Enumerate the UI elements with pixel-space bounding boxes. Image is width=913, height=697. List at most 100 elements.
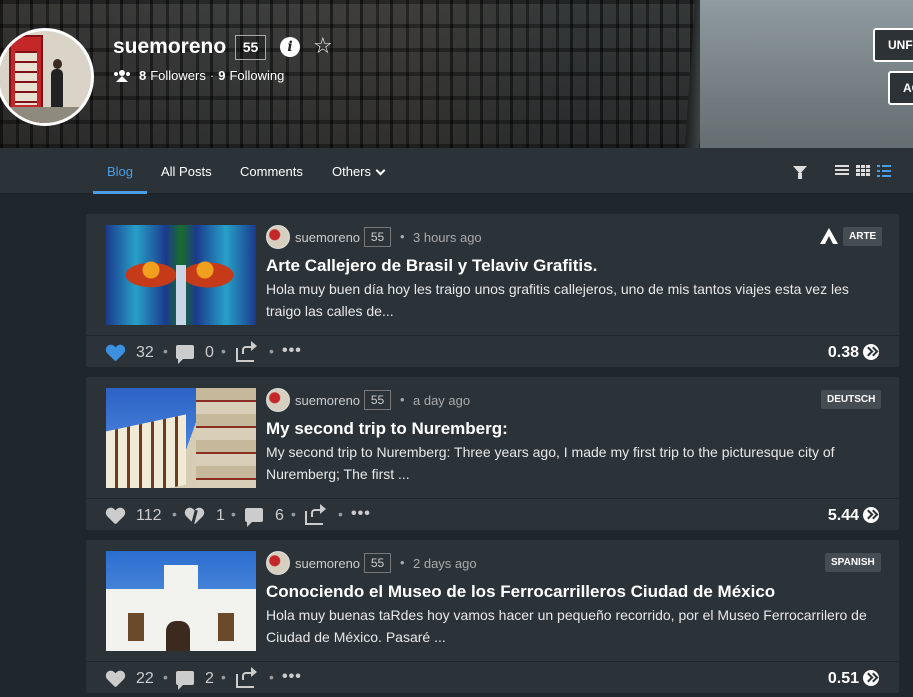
more-options-icon[interactable]: ••• (282, 668, 302, 686)
comment-icon[interactable] (176, 345, 194, 364)
profile-nav-bar: Blog All Posts Comments Others (0, 148, 913, 194)
more-options-icon[interactable]: ••• (351, 505, 371, 523)
author-reputation: 55 (364, 390, 391, 410)
post-payout[interactable]: 0.38 (828, 344, 859, 362)
comment-count[interactable]: 0 (205, 344, 214, 362)
vote-count[interactable]: 112 (136, 507, 162, 525)
separator-dot: • (269, 669, 274, 685)
profile-action-button[interactable]: ACTIONS (888, 71, 913, 105)
list-view-icon[interactable] (835, 165, 849, 177)
reblog-icon[interactable] (305, 504, 326, 525)
comment-count[interactable]: 6 (275, 507, 284, 525)
tab-all-posts[interactable]: All Posts (161, 164, 212, 179)
post-excerpt[interactable]: My second trip to Nuremberg: Three years… (266, 441, 876, 485)
separator-dot: • (400, 392, 405, 407)
separator-dot: • (400, 555, 405, 570)
vote-count[interactable]: 22 (136, 670, 154, 688)
post-tag[interactable]: DEUTSCH (821, 390, 882, 409)
downvote-count[interactable]: 1 (216, 507, 225, 525)
post-time[interactable]: a day ago (413, 393, 470, 408)
separator-dot: • (400, 229, 405, 244)
payout-currency-icon (863, 344, 879, 360)
thumbnail-pediment (164, 565, 198, 591)
profile-username: suemoreno (113, 35, 227, 58)
post-excerpt[interactable]: Hola muy buen día hoy les traigo unos gr… (266, 278, 876, 322)
profile-reputation-badge: 55 (235, 35, 266, 60)
post-footer: 32 • 0 • • ••• 0.38 (86, 335, 899, 367)
post-footer: 112 • 1 • 6 • • ••• 5.44 (86, 498, 899, 530)
upvote-heart-icon[interactable] (106, 508, 125, 525)
payout-currency-icon (863, 670, 879, 686)
star-icon[interactable]: ☆ (313, 35, 333, 57)
separator-dot: · (209, 68, 215, 83)
following-count[interactable]: 9 (218, 68, 225, 83)
comment-icon[interactable] (245, 508, 263, 527)
post-excerpt[interactable]: Hola muy buenas taRdes hoy vamos hacer u… (266, 604, 876, 648)
upvote-heart-icon[interactable] (106, 671, 125, 688)
post-footer: 22 • 2 • • ••• 0.51 (86, 661, 899, 693)
thumbnail-window (128, 613, 144, 641)
post-title[interactable]: Conociendo el Museo de los Ferrocarrille… (266, 582, 775, 602)
author-avatar[interactable] (266, 225, 290, 249)
unfollow-button[interactable]: UNFOLLOW (873, 28, 913, 62)
active-tab-indicator (93, 191, 147, 194)
followers-count[interactable]: 8 (139, 68, 146, 83)
post-payout[interactable]: 0.51 (828, 670, 859, 688)
tab-comments[interactable]: Comments (240, 164, 303, 179)
comment-icon[interactable] (176, 671, 194, 690)
post-tag[interactable]: SPANISH (825, 553, 881, 572)
followers-icon (114, 69, 130, 82)
post-title[interactable]: Arte Callejero de Brasil y Telaviv Grafi… (266, 256, 597, 276)
post-thumbnail[interactable] (106, 551, 256, 651)
payout-currency-icon (863, 507, 879, 523)
following-label[interactable]: Following (229, 68, 284, 83)
upvote-heart-icon[interactable] (106, 345, 125, 362)
tab-others[interactable]: Others (332, 164, 386, 179)
post-thumbnail[interactable] (106, 388, 256, 488)
post-time[interactable]: 3 hours ago (413, 230, 482, 245)
reblog-icon[interactable] (236, 667, 257, 688)
author-reputation: 55 (364, 227, 391, 247)
post-payout[interactable]: 5.44 (828, 507, 859, 525)
separator-dot: • (221, 343, 226, 359)
post-title[interactable]: My second trip to Nuremberg: (266, 419, 508, 439)
separator-dot: • (291, 506, 296, 522)
info-icon[interactable] (280, 37, 300, 57)
post-card[interactable]: suemoreno 55 • 3 hours ago ARTE Arte Cal… (86, 214, 899, 367)
grid-view-icon[interactable] (856, 165, 870, 177)
separator-dot: • (163, 669, 168, 685)
avatar-ground (0, 107, 91, 123)
thumbnail-window (218, 613, 234, 641)
more-options-icon[interactable]: ••• (282, 342, 302, 360)
reblog-icon[interactable] (236, 341, 257, 362)
separator-dot: • (269, 343, 274, 359)
separator-dot: • (163, 343, 168, 359)
followers-row: 8 Followers · 9 Following (113, 68, 284, 83)
separator-dot: • (338, 506, 343, 522)
profile-avatar[interactable] (0, 28, 94, 126)
post-author[interactable]: suemoreno (295, 556, 360, 571)
separator-dot: • (172, 506, 177, 522)
post-author[interactable]: suemoreno (295, 230, 360, 245)
post-card[interactable]: suemoreno 55 • a day ago DEUTSCH My seco… (86, 377, 899, 530)
detail-view-icon[interactable] (877, 165, 891, 177)
post-card[interactable]: suemoreno 55 • 2 days ago SPANISH Conoci… (86, 540, 899, 693)
post-author[interactable]: suemoreno (295, 393, 360, 408)
author-reputation: 55 (364, 553, 391, 573)
followers-label[interactable]: Followers (150, 68, 206, 83)
post-time[interactable]: 2 days ago (413, 556, 477, 571)
downvote-broken-heart-icon[interactable] (185, 508, 204, 525)
community-logo-icon[interactable] (819, 227, 839, 245)
post-tag[interactable]: ARTE (843, 227, 883, 246)
author-avatar[interactable] (266, 388, 290, 412)
tab-blog[interactable]: Blog (107, 164, 133, 179)
post-thumbnail[interactable] (106, 225, 256, 325)
filter-icon[interactable] (793, 166, 807, 179)
author-avatar[interactable] (266, 551, 290, 575)
chevron-down-icon (375, 165, 386, 176)
tab-others-label: Others (332, 164, 372, 179)
comment-count[interactable]: 2 (205, 670, 214, 688)
vote-count[interactable]: 32 (136, 344, 154, 362)
separator-dot: • (231, 506, 236, 522)
separator-dot: • (221, 669, 226, 685)
